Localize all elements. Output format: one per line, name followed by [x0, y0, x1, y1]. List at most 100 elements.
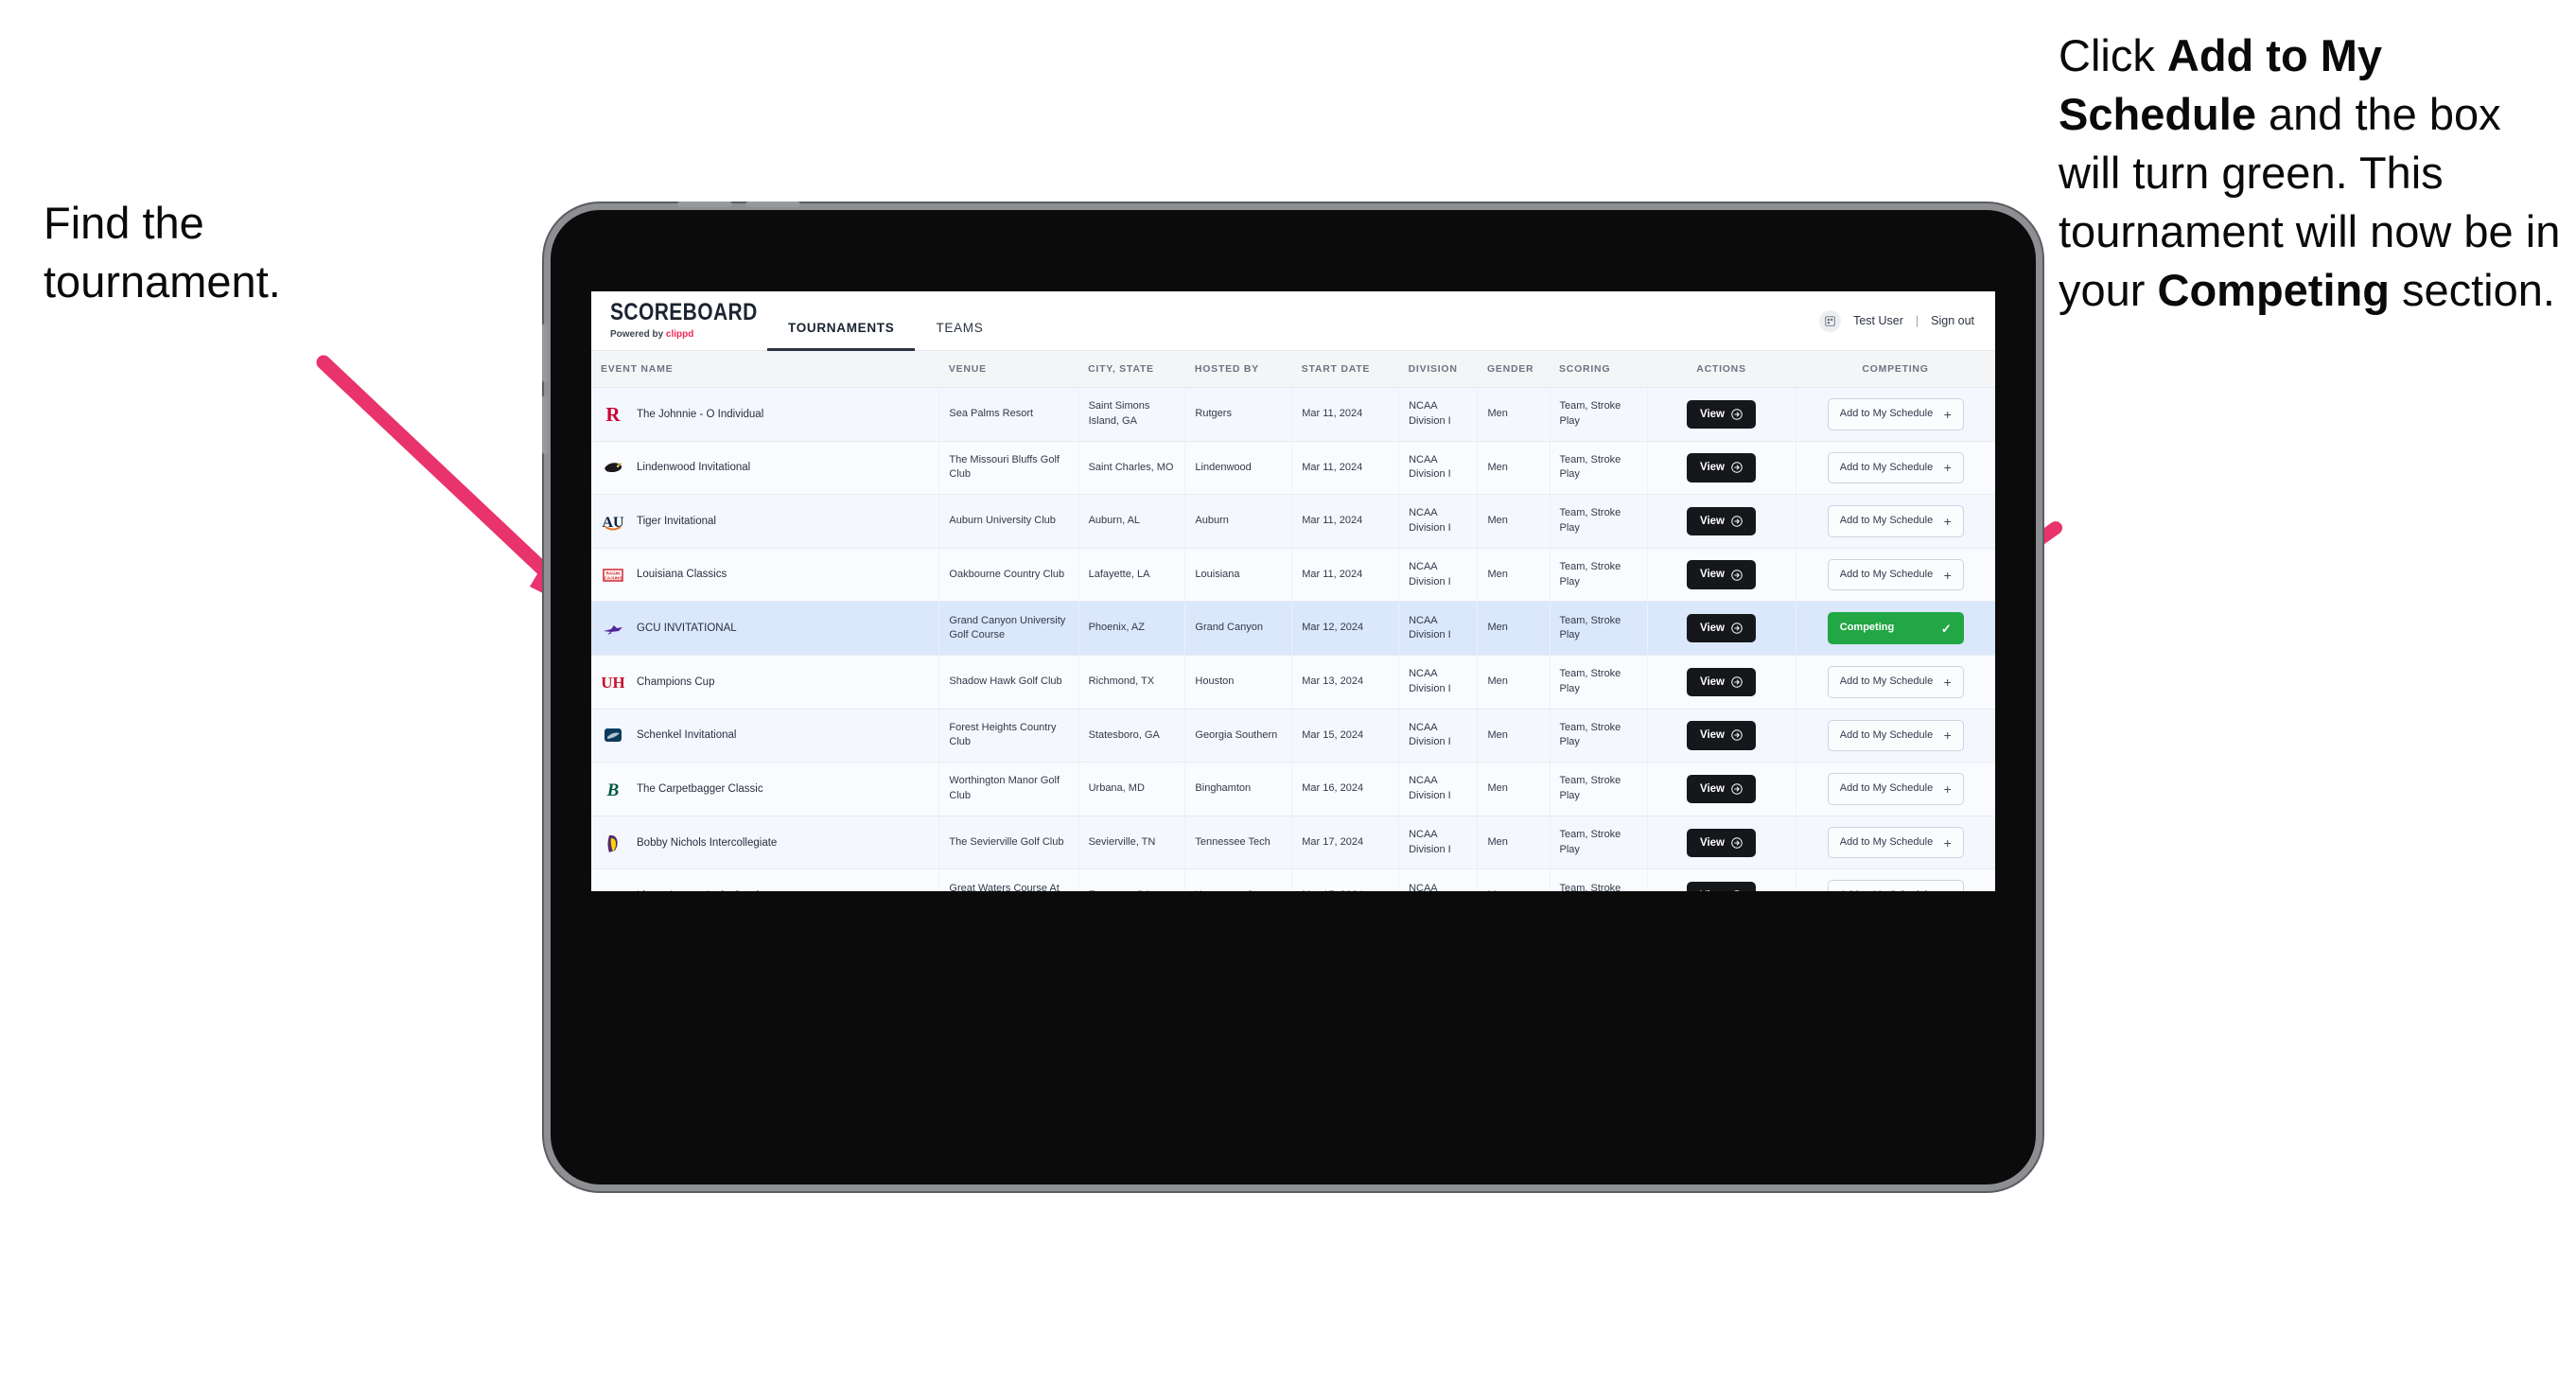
table-row[interactable]: Schenkel Invitational Forest Heights Coun… — [591, 709, 1995, 763]
city-state-cell: Richmond, TX — [1078, 655, 1186, 710]
col-division[interactable]: DIVISION — [1398, 351, 1478, 388]
city-state-cell: Statesboro, GA — [1078, 709, 1186, 763]
arrow-right-circle-icon — [1731, 836, 1743, 849]
arrow-right-circle-icon — [1731, 409, 1743, 420]
add-to-my-schedule-button[interactable]: Add to My Schedule + — [1827, 826, 1964, 859]
actions-cell: View — [1647, 387, 1796, 442]
event-name-text: Louisiana Classics — [637, 569, 727, 581]
grid-icon — [1825, 315, 1835, 326]
gender-cell: Men — [1477, 762, 1551, 816]
gender-cell: Men — [1477, 816, 1551, 870]
table-row[interactable]: AU Tiger Invitational Auburn University Cl… — [591, 494, 1995, 549]
brand-tagline-prefix: Powered by — [610, 329, 666, 340]
table-row[interactable]: B The Carpetbagger Classic Worthington Man… — [591, 762, 1995, 816]
add-to-my-schedule-button[interactable]: Add to My Schedule + — [1827, 719, 1964, 752]
arrow-right-circle-icon — [1731, 729, 1743, 742]
event-name-cell: UH Champions Cup — [591, 655, 940, 710]
actions-cell: View — [1647, 709, 1796, 763]
add-to-my-schedule-button[interactable]: Add to My Schedule + — [1827, 773, 1964, 805]
city-state-cell: Urbana, MD — [1078, 762, 1186, 816]
table-row[interactable]: GCU INVITATIONAL Grand Canyon University … — [591, 601, 1995, 657]
view-button-label: View — [1700, 515, 1725, 527]
user-name[interactable]: Test User — [1853, 314, 1903, 327]
col-venue[interactable]: VENUE — [938, 351, 1079, 388]
competing-cell: Add to My Schedule + — [1796, 709, 1995, 763]
col-actions[interactable]: ACTIONS — [1647, 351, 1796, 388]
venue-cell: Auburn University Club — [938, 494, 1079, 549]
volume-down-button[interactable] — [542, 395, 548, 454]
col-event-name[interactable]: EVENT NAME — [591, 351, 939, 388]
table-row[interactable]: RAGIN CAJUNS Louisiana Classics Oakbourne C… — [591, 548, 1995, 603]
start-date-cell: Mar 16, 2024 — [1291, 762, 1400, 816]
table-row[interactable]: KS Linger Longer Invitational Great Waters… — [591, 868, 1995, 891]
plus-icon: + — [1943, 406, 1952, 422]
gender-cell: Men — [1477, 387, 1551, 442]
view-button[interactable]: View — [1687, 721, 1756, 750]
competing-cell: Competing ✓ — [1796, 601, 1995, 657]
top-button-b[interactable] — [745, 202, 800, 207]
col-scoring[interactable]: SCORING — [1550, 351, 1648, 388]
venue-cell: Forest Heights Country Club — [938, 709, 1079, 763]
top-button-a[interactable] — [677, 202, 732, 207]
col-start-date[interactable]: START DATE — [1291, 351, 1399, 388]
add-to-my-schedule-button[interactable]: Add to My Schedule + — [1827, 398, 1964, 430]
col-competing[interactable]: COMPETING — [1796, 351, 1995, 388]
view-button[interactable]: View — [1687, 453, 1756, 482]
annotation-left-line1: Find the — [44, 198, 204, 248]
add-to-my-schedule-label: Add to My Schedule — [1839, 461, 1934, 473]
table-row[interactable]: Bobby Nichols Intercollegiate The Sevierv… — [591, 816, 1995, 870]
auburn-logo: AU — [601, 509, 625, 534]
annotation-left: Find the tournament. — [44, 194, 450, 311]
competing-cell: Add to My Schedule + — [1796, 868, 1995, 891]
tab-tournaments[interactable]: TOURNAMENTS — [767, 321, 916, 351]
table-header-row: EVENT NAME VENUE CITY, STATE HOSTED BY S… — [591, 351, 1995, 388]
add-to-my-schedule-button[interactable]: Add to My Schedule + — [1827, 451, 1964, 484]
col-gender[interactable]: GENDER — [1477, 351, 1550, 388]
view-button[interactable]: View — [1687, 506, 1756, 536]
table-row[interactable]: UH Champions Cup Shadow Hawk Golf Club Rich… — [591, 655, 1995, 710]
view-button[interactable]: View — [1687, 774, 1756, 804]
table-row[interactable]: Lindenwood Invitational The Missouri Bluf… — [591, 441, 1995, 496]
plus-icon: + — [1943, 728, 1952, 744]
actions-cell: View — [1647, 494, 1796, 549]
city-state-cell: Eatonton, GA — [1078, 868, 1186, 891]
lindenwood-logo — [601, 455, 625, 480]
gender-cell: Men — [1477, 494, 1551, 549]
brand-logo[interactable]: SCOREBOARD Powered by clippd — [591, 291, 757, 350]
hosted-by-cell: Rutgers — [1184, 387, 1293, 442]
view-button[interactable]: View — [1687, 614, 1756, 643]
view-button[interactable]: View — [1687, 560, 1756, 589]
sign-out-link[interactable]: Sign out — [1931, 314, 1974, 327]
hosted-by-cell: Kennesaw State — [1184, 868, 1293, 891]
scoring-cell: Team, Stroke Play — [1550, 601, 1648, 657]
view-button[interactable]: View — [1687, 399, 1756, 429]
col-city-state[interactable]: CITY, STATE — [1078, 351, 1185, 388]
tab-teams[interactable]: TEAMS — [915, 321, 1004, 350]
table-header: EVENT NAME VENUE CITY, STATE HOSTED BY S… — [591, 351, 1995, 388]
competing-badge[interactable]: Competing ✓ — [1827, 612, 1964, 645]
col-hosted-by[interactable]: HOSTED BY — [1184, 351, 1292, 388]
volume-up-button[interactable] — [542, 324, 548, 382]
louisiana-logo: RAGIN CAJUNS — [601, 563, 625, 588]
city-state-cell: Phoenix, AZ — [1078, 601, 1186, 657]
add-to-my-schedule-label: Add to My Schedule — [1839, 515, 1934, 527]
event-name-text: Schenkel Invitational — [637, 729, 737, 742]
view-button[interactable]: View — [1687, 667, 1756, 697]
view-button-label: View — [1700, 888, 1725, 891]
start-date-cell: Mar 11, 2024 — [1291, 387, 1400, 442]
view-button[interactable]: View — [1687, 828, 1756, 857]
arrow-right-circle-icon — [1734, 890, 1740, 891]
add-to-my-schedule-button[interactable]: Add to My Schedule + — [1827, 880, 1964, 891]
add-to-my-schedule-button[interactable]: Add to My Schedule + — [1827, 666, 1964, 698]
add-to-my-schedule-button[interactable]: Add to My Schedule + — [1827, 505, 1964, 537]
add-to-my-schedule-button[interactable]: Add to My Schedule + — [1827, 558, 1964, 591]
avatar[interactable] — [1819, 309, 1842, 332]
scoring-cell: Team, Stroke Play — [1550, 387, 1648, 442]
table-row[interactable]: R The Johnnie - O Individual Sea Palms Res… — [591, 387, 1995, 442]
view-button[interactable]: View — [1687, 882, 1756, 891]
gender-cell: Men — [1477, 709, 1551, 763]
tablet-device-frame: SCOREBOARD Powered by clippd TOURNAMENTS… — [542, 202, 2036, 1184]
svg-text:AU: AU — [602, 515, 624, 531]
division-cell: NCAA Division I — [1398, 655, 1479, 710]
start-date-cell: Mar 17, 2024 — [1291, 868, 1400, 891]
